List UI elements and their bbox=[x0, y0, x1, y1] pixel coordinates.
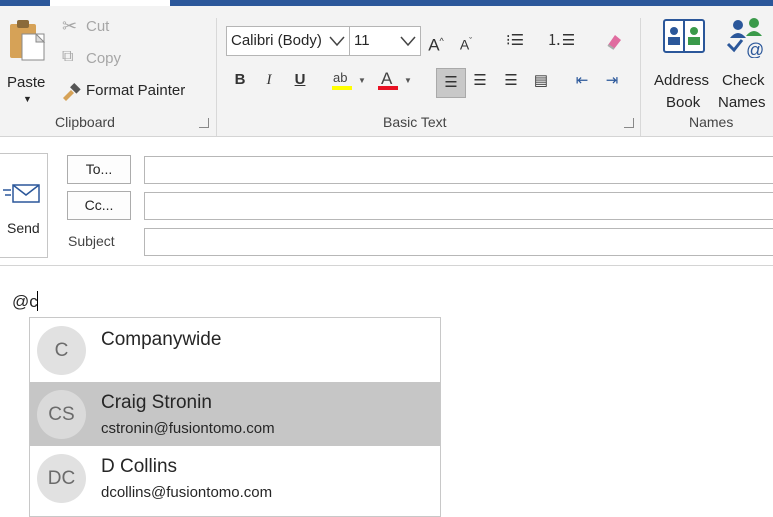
address-book-icon bbox=[663, 19, 705, 53]
to-button[interactable]: To... bbox=[67, 155, 131, 184]
clear-formatting-button[interactable] bbox=[602, 28, 626, 54]
justify-button[interactable]: ▤ bbox=[529, 68, 553, 94]
increase-indent-icon: ⇥ bbox=[605, 72, 619, 89]
to-field[interactable] bbox=[144, 156, 773, 184]
format-painter-button[interactable]: Format Painter bbox=[60, 80, 205, 104]
paste-label: Paste bbox=[7, 74, 46, 91]
check-names-line1: Check bbox=[722, 72, 765, 89]
chevron-down-icon bbox=[400, 36, 416, 47]
svg-text:▼: ▼ bbox=[358, 76, 366, 85]
font-color-icon: A ▼ bbox=[378, 69, 412, 90]
highlighter-icon: ab ▼ bbox=[332, 70, 366, 90]
paste-button[interactable]: Paste ▼ bbox=[2, 14, 54, 106]
bold-button[interactable]: B bbox=[228, 67, 252, 93]
cc-field[interactable] bbox=[144, 192, 773, 220]
highlight-button[interactable]: ab ▼ bbox=[330, 67, 370, 93]
mention-suggestion-craig-stronin[interactable]: CS Craig Stronin cstronin@fusiontomo.com bbox=[30, 382, 440, 446]
clipboard-group-label: Clipboard bbox=[55, 114, 115, 130]
shrink-font-button[interactable]: Aˇ bbox=[454, 28, 478, 54]
copy-icon: ⧉ bbox=[62, 48, 74, 65]
font-color-button[interactable]: A ▼ bbox=[376, 67, 416, 93]
format-painter-label: Format Painter bbox=[86, 82, 186, 99]
address-book-line1: Address bbox=[654, 72, 710, 89]
align-center-icon: ☰ bbox=[473, 72, 487, 89]
chevron-down-icon bbox=[329, 36, 345, 47]
suggestion-name: D Collins bbox=[101, 456, 178, 477]
font-name-combo[interactable]: Calibri (Body) bbox=[226, 26, 350, 56]
justify-icon: ▤ bbox=[533, 72, 549, 89]
ribbon: Paste ▼ ✂ Cut ⧉ Copy Format Painter Clip… bbox=[0, 6, 773, 137]
paintbrush-icon bbox=[63, 83, 81, 101]
svg-text:▼: ▼ bbox=[404, 76, 412, 85]
copy-label: Copy bbox=[86, 50, 122, 67]
underline-button[interactable]: U bbox=[288, 67, 312, 93]
bullets-button[interactable]: ⁝☰ bbox=[497, 28, 533, 54]
names-group-label: Names bbox=[689, 114, 734, 130]
align-left-button[interactable]: ☰ bbox=[436, 68, 466, 98]
avatar: CS bbox=[37, 390, 86, 439]
dialog-launcher-icon[interactable] bbox=[199, 118, 209, 128]
send-button[interactable]: Send bbox=[0, 153, 48, 258]
grow-font-button[interactable]: A^ bbox=[424, 28, 448, 55]
suggestion-name: Craig Stronin bbox=[101, 392, 212, 413]
align-right-button[interactable]: ☰ bbox=[499, 68, 523, 94]
dialog-launcher-icon[interactable] bbox=[624, 118, 634, 128]
font-size-combo[interactable]: 11 bbox=[349, 26, 421, 56]
cc-button[interactable]: Cc... bbox=[67, 191, 131, 220]
send-envelope-icon bbox=[3, 184, 40, 203]
svg-text:A: A bbox=[381, 69, 393, 88]
basic-text-group-label: Basic Text bbox=[383, 114, 447, 130]
copy-button[interactable]: ⧉ Copy bbox=[60, 48, 140, 72]
decrease-indent-icon: ⇤ bbox=[575, 72, 589, 89]
align-left-icon: ☰ bbox=[444, 74, 458, 91]
bullet-list-icon: ⁝☰ bbox=[505, 32, 525, 49]
svg-text:ab: ab bbox=[333, 70, 347, 85]
font-name-value: Calibri (Body) bbox=[231, 32, 322, 49]
check-names-button[interactable]: @ Check Names bbox=[718, 16, 773, 111]
suggestion-name: Companywide bbox=[101, 329, 222, 350]
group-divider bbox=[216, 18, 217, 136]
svg-text:@: @ bbox=[746, 40, 764, 58]
numbered-list-icon: ⒈☰ bbox=[546, 32, 576, 49]
subject-label: Subject bbox=[68, 233, 115, 249]
cut-label: Cut bbox=[86, 18, 110, 35]
typed-mention-text: @c bbox=[12, 292, 38, 311]
suggestion-email: dcollins@fusiontomo.com bbox=[101, 484, 273, 501]
chevron-down-icon: ▼ bbox=[23, 94, 32, 104]
align-right-icon: ☰ bbox=[504, 72, 518, 89]
check-names-icon: @ bbox=[726, 18, 764, 58]
send-label: Send bbox=[7, 220, 40, 236]
text-cursor bbox=[37, 291, 38, 311]
mention-suggestion-companywide[interactable]: C Companywide bbox=[30, 318, 440, 382]
address-book-button[interactable]: Address Book bbox=[650, 16, 718, 111]
cut-button[interactable]: ✂ Cut bbox=[60, 16, 140, 40]
avatar: DC bbox=[37, 454, 86, 503]
scissors-icon: ✂ bbox=[62, 16, 78, 36]
numbering-button[interactable]: ⒈☰ bbox=[543, 28, 579, 54]
check-names-line2: Names bbox=[718, 94, 766, 111]
mention-suggestion-list[interactable]: C Companywide CS Craig Stronin cstronin@… bbox=[29, 317, 441, 517]
font-size-value: 11 bbox=[354, 32, 370, 49]
decrease-indent-button[interactable]: ⇤ bbox=[570, 68, 594, 94]
increase-indent-button[interactable]: ⇥ bbox=[600, 68, 624, 94]
group-divider bbox=[640, 18, 641, 136]
avatar: C bbox=[37, 326, 86, 375]
address-book-line2: Book bbox=[666, 94, 701, 111]
eraser-icon bbox=[607, 35, 621, 50]
suggestion-email: cstronin@fusiontomo.com bbox=[101, 420, 275, 437]
clipboard-icon bbox=[10, 20, 46, 61]
subject-field[interactable] bbox=[144, 228, 773, 256]
mention-suggestion-d-collins[interactable]: DC D Collins dcollins@fusiontomo.com bbox=[30, 446, 440, 510]
align-center-button[interactable]: ☰ bbox=[468, 68, 492, 94]
italic-button[interactable]: I bbox=[257, 67, 281, 93]
